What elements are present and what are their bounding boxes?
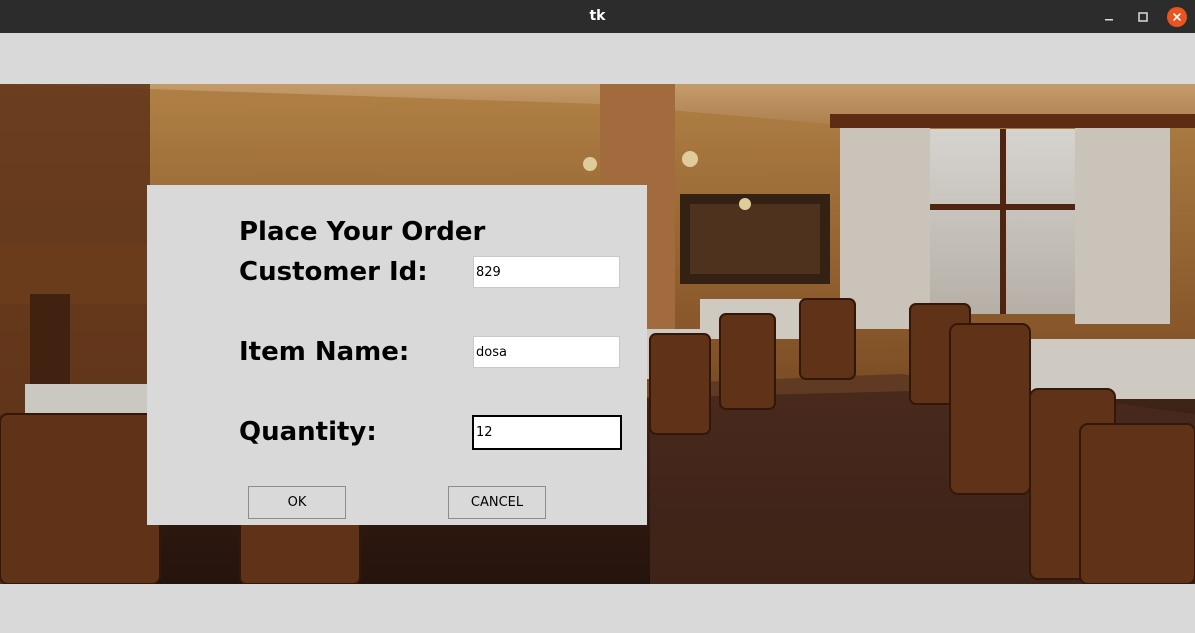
customer-id-label: Customer Id: <box>239 257 428 287</box>
item-name-input[interactable] <box>473 336 620 368</box>
customer-id-input[interactable] <box>473 256 620 288</box>
quantity-label: Quantity: <box>239 417 377 447</box>
window-titlebar: tk <box>0 0 1195 33</box>
cancel-button[interactable]: CANCEL <box>448 486 546 519</box>
close-icon <box>1167 6 1187 27</box>
close-button[interactable] <box>1162 0 1192 33</box>
order-form-panel: Place Your Order Customer Id: Item Name:… <box>147 185 647 525</box>
item-name-label: Item Name: <box>239 337 410 367</box>
quantity-input[interactable] <box>472 415 622 450</box>
maximize-button[interactable] <box>1128 0 1158 33</box>
minimize-icon <box>1105 18 1113 20</box>
form-heading: Place Your Order <box>239 217 486 247</box>
ok-button[interactable]: OK <box>248 486 346 519</box>
minimize-button[interactable] <box>1094 0 1124 33</box>
maximize-icon <box>1138 11 1148 22</box>
window-title: tk <box>589 8 606 24</box>
